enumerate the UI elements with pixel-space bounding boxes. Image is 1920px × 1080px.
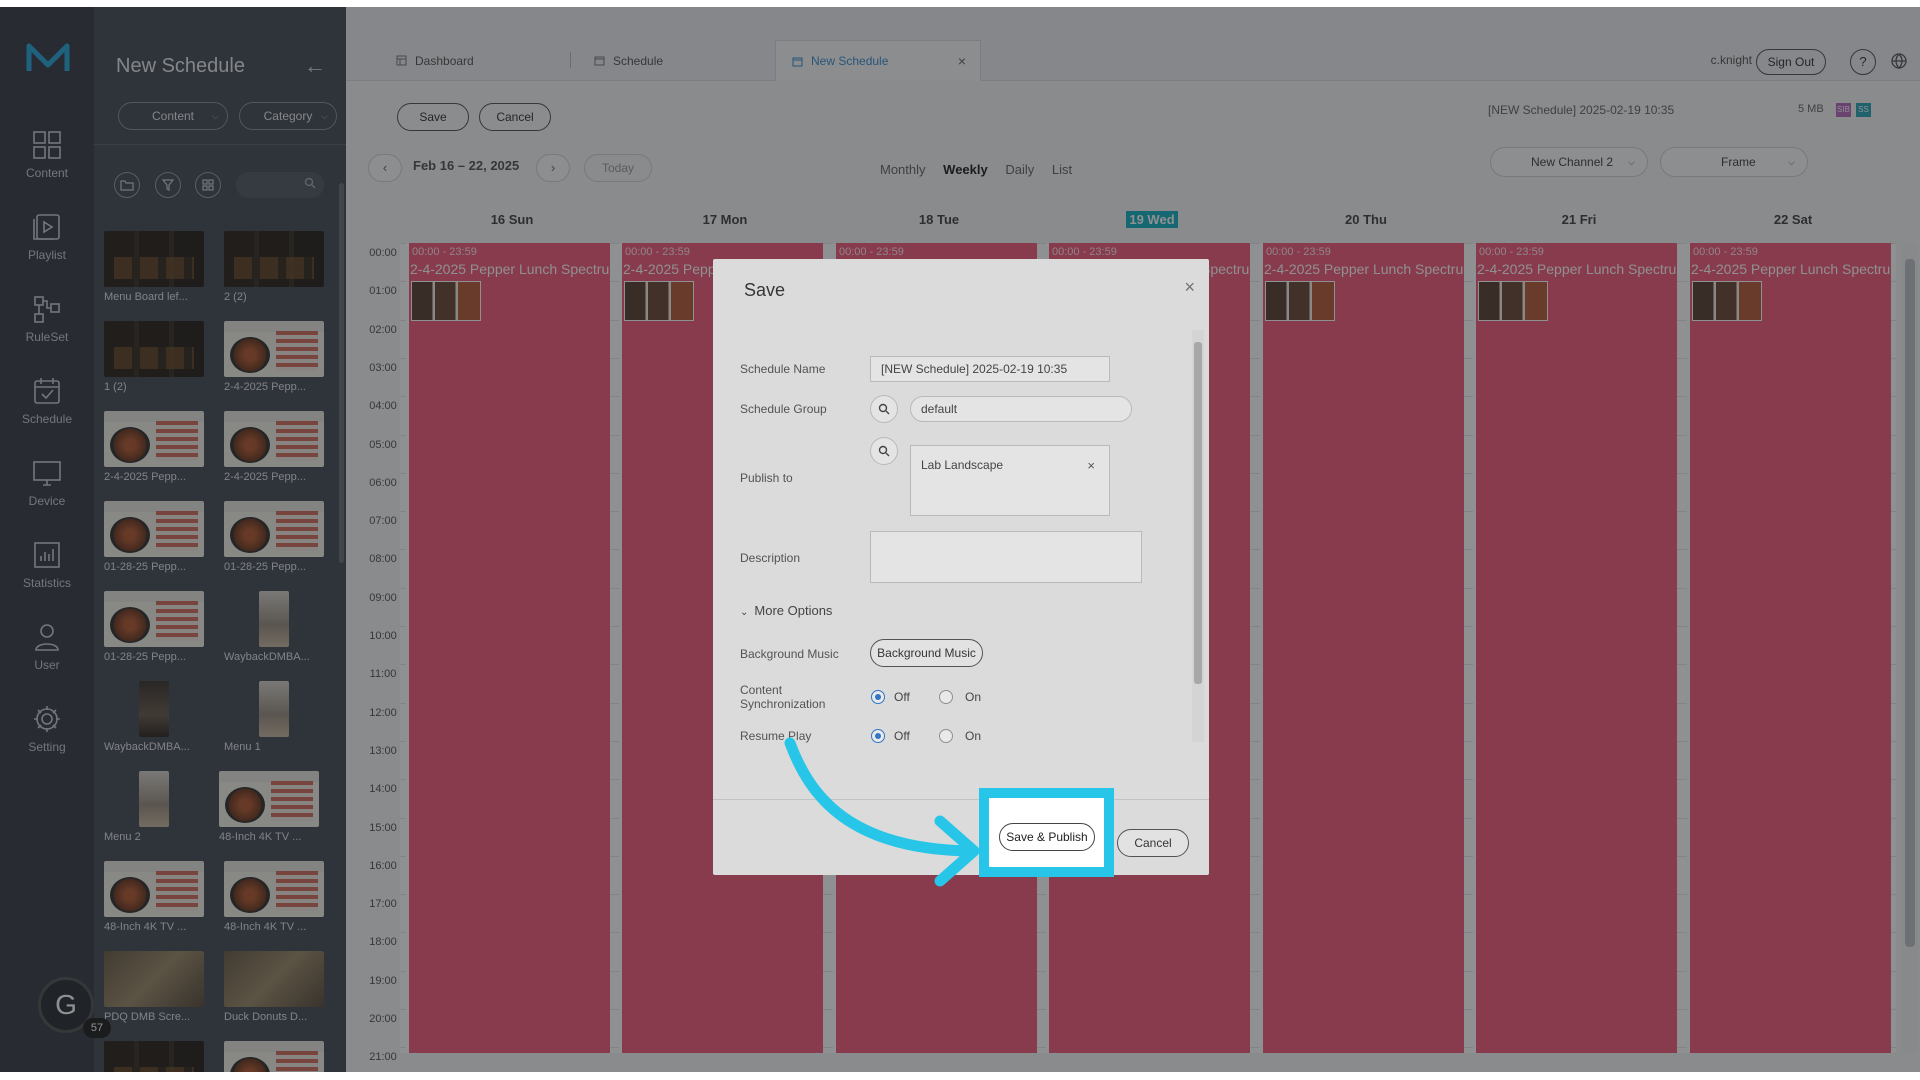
description-label: Description <box>740 551 801 565</box>
schedule-group-input[interactable]: default <box>910 396 1132 422</box>
schedule-group-label: Schedule Group <box>740 402 827 416</box>
dialog-cancel-button[interactable]: Cancel <box>1117 829 1189 857</box>
publish-search-button[interactable] <box>870 437 898 465</box>
content-sync-off-radio[interactable] <box>871 690 885 704</box>
more-options-toggle[interactable]: ⌄ More Options <box>740 603 832 618</box>
schedule-name-label: Schedule Name <box>740 362 826 376</box>
content-sync-off-label: Off <box>894 690 910 704</box>
remove-target-icon[interactable]: × <box>1087 458 1095 473</box>
close-icon[interactable]: × <box>1184 277 1195 298</box>
search-icon <box>878 445 890 457</box>
content-sync-on-label: On <box>965 690 982 704</box>
chevron-down-icon: ⌄ <box>740 607 749 618</box>
dialog-scrollbar[interactable] <box>1192 330 1204 742</box>
schedule-name-input[interactable]: [NEW Schedule] 2025-02-19 10:35 <box>870 356 1110 382</box>
group-search-button[interactable] <box>870 395 898 423</box>
background-music-label: Background Music <box>740 647 839 661</box>
dialog-title: Save <box>744 280 786 300</box>
highlight-box: Save & Publish <box>979 788 1114 877</box>
app-window: Content Playlist RuleSet Schedule Device… <box>0 7 1920 1072</box>
more-options-label: More Options <box>754 603 833 618</box>
scrollbar-thumb[interactable] <box>1194 342 1202 684</box>
content-sync-on-radio[interactable] <box>939 690 953 704</box>
callout-arrow-icon <box>784 737 980 887</box>
publish-target-item: Lab Landscape <box>921 458 1004 472</box>
content-sync-label-line1: Content <box>740 683 783 697</box>
save-and-publish-button[interactable]: Save & Publish <box>999 823 1095 851</box>
background-music-button[interactable]: Background Music <box>870 639 983 667</box>
content-sync-label-line2: Synchronization <box>740 697 826 711</box>
content-sync-label: Content Synchronization <box>740 683 825 711</box>
publish-to-label: Publish to <box>740 471 793 485</box>
publish-target-list: Lab Landscape × <box>910 445 1110 516</box>
search-icon <box>878 403 890 415</box>
description-input[interactable] <box>870 531 1142 583</box>
